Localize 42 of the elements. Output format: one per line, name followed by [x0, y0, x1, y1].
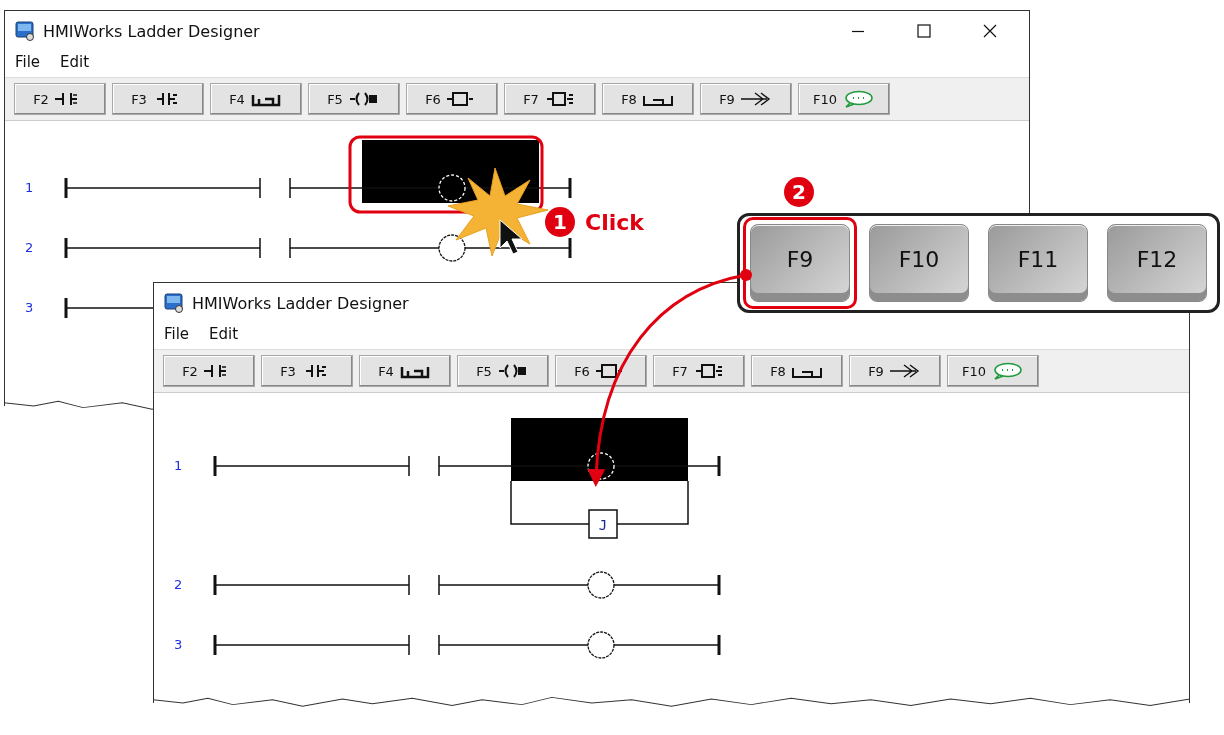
menu-item[interactable]: File: [164, 325, 190, 343]
rung-number: 1: [25, 180, 35, 195]
coil-icon[interactable]: [587, 571, 615, 599]
window-title: HMIWorks Ladder Designer: [192, 293, 409, 313]
toolbar-button[interactable]: F4: [359, 355, 451, 387]
toolbar-button[interactable]: F10: [798, 83, 890, 115]
menu-item[interactable]: File: [15, 53, 41, 71]
toolbar-button[interactable]: F10: [947, 355, 1039, 387]
toolbar-button[interactable]: F8: [602, 83, 694, 115]
toolbar-button[interactable]: F3: [112, 83, 204, 115]
coil-icon[interactable]: [438, 234, 466, 262]
toolbar-button[interactable]: F5: [457, 355, 549, 387]
toolbar-button[interactable]: F4: [210, 83, 302, 115]
jump-box[interactable]: J: [588, 509, 618, 539]
rung-number: 2: [25, 240, 35, 255]
toolbar-button[interactable]: F6: [406, 83, 498, 115]
rung-number: 1: [174, 458, 184, 473]
toolbar-button[interactable]: F7: [504, 83, 596, 115]
toolbar-button[interactable]: F3: [261, 355, 353, 387]
toolbar-button[interactable]: F9: [700, 83, 792, 115]
toolbar-button[interactable]: F9: [849, 355, 941, 387]
toolbar-button[interactable]: F6: [555, 355, 647, 387]
maximize-icon[interactable]: [917, 24, 931, 38]
toolbar-button[interactable]: F2: [14, 83, 106, 115]
rung-number: 3: [25, 300, 35, 315]
toolbar-button[interactable]: F8: [751, 355, 843, 387]
app-icon: [164, 293, 184, 313]
app-icon: [15, 21, 35, 41]
rung-number: 2: [174, 577, 184, 592]
cursor-icon: [499, 219, 523, 255]
window-title: HMIWorks Ladder Designer: [43, 21, 260, 41]
step-label: Click: [585, 209, 644, 235]
toolbar-button[interactable]: F5: [308, 83, 400, 115]
close-icon[interactable]: [983, 24, 997, 38]
starburst-icon: [447, 167, 549, 257]
toolbar-button[interactable]: F2: [163, 355, 255, 387]
rung-number: 3: [174, 637, 184, 652]
menu-item[interactable]: Edit: [60, 53, 90, 71]
toolbar-button[interactable]: F7: [653, 355, 745, 387]
coil-icon[interactable]: [587, 631, 615, 659]
keyboard-key[interactable]: F9: [743, 217, 857, 309]
menu-item[interactable]: Edit: [209, 325, 239, 343]
